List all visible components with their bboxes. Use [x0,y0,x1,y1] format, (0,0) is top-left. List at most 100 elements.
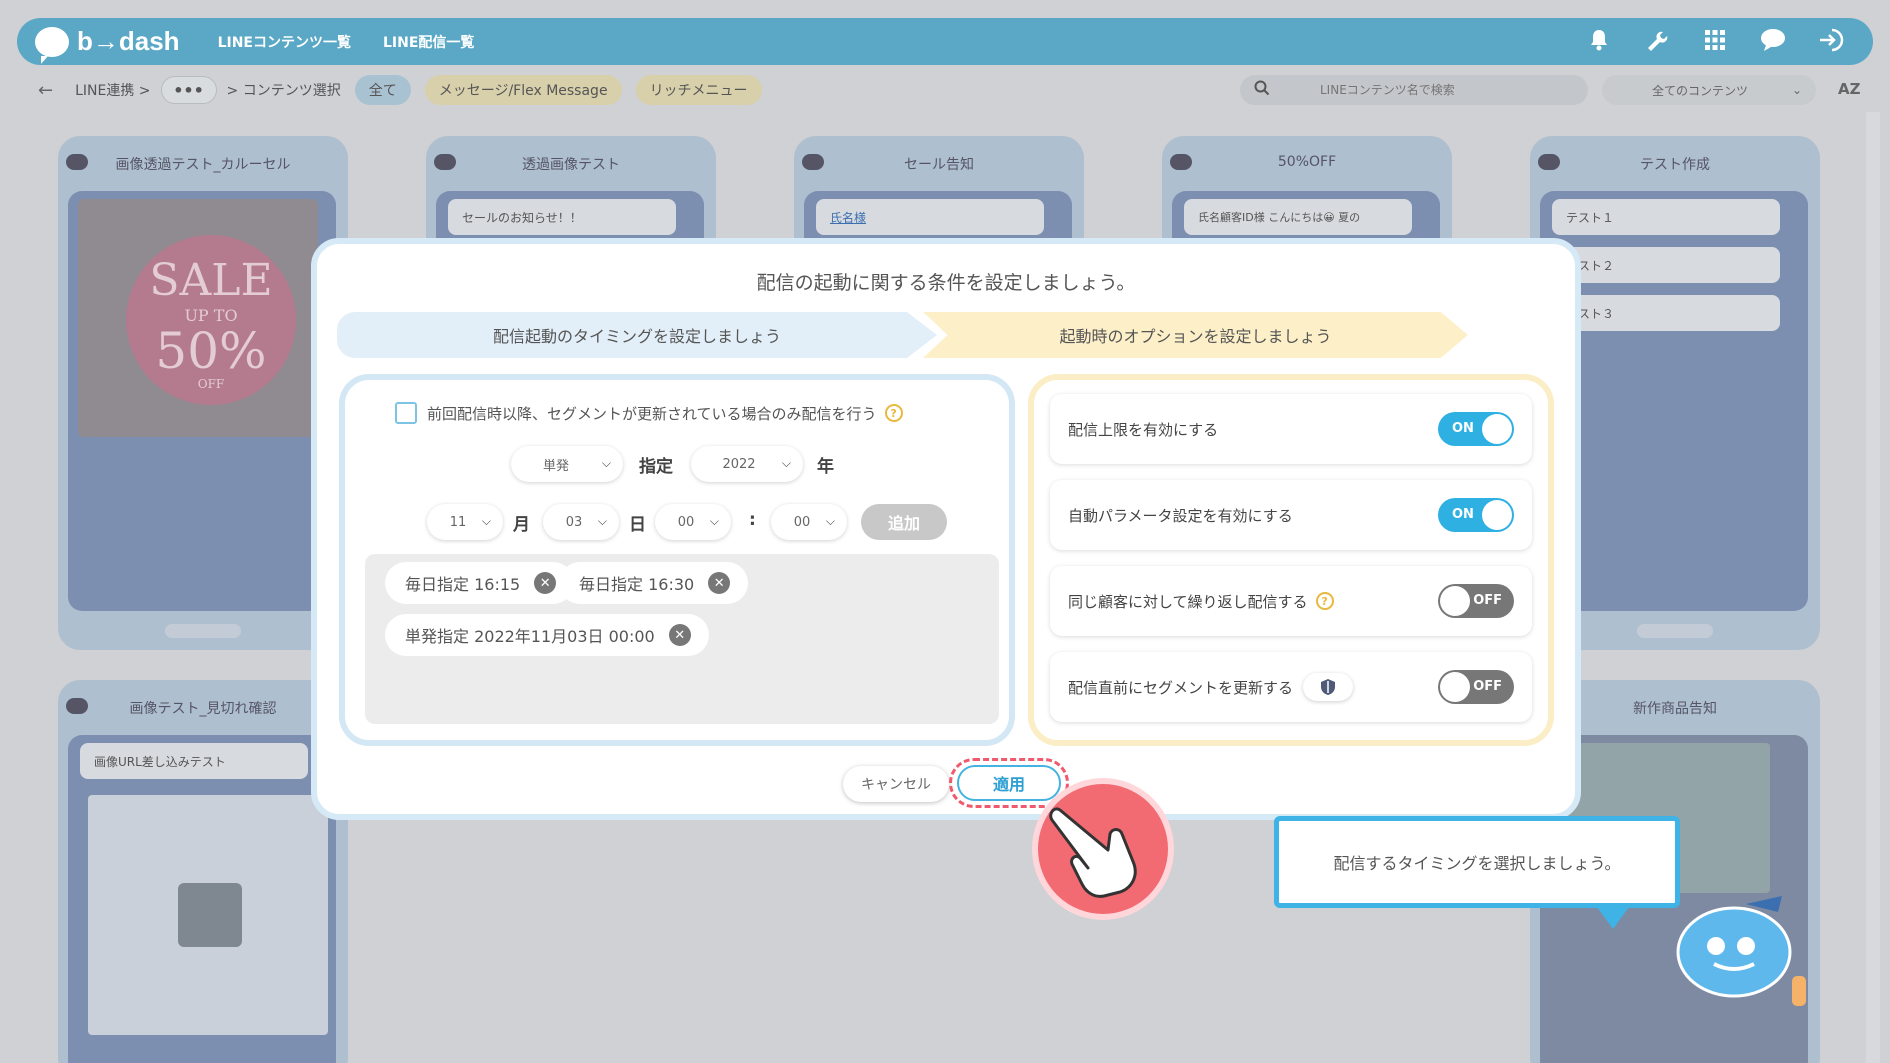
card-title: 画像テスト_見切れ確認 [58,698,348,718]
hour-select-value: 00 [677,514,695,530]
segment-update-only-label: 前回配信時以降、セグメントが更新されている場合のみ配信を行う [427,404,877,423]
timing-panel: 前回配信時以降、セグメントが更新されている場合のみ配信を行う ? 単発 ⌵ 指定… [339,374,1015,746]
month-select[interactable]: 11 ⌵ [427,504,503,540]
tab-richmenu[interactable]: リッチメニュー [635,75,762,105]
chevron-down-icon: ⌵ [597,514,607,528]
frequency-select-value: 単発 [542,458,569,474]
segment-update-only-row: 前回配信時以降、セグメントが更新されている場合のみ配信を行う ? [395,402,903,424]
mascot-icon [1668,880,1808,1010]
search-icon [1254,80,1270,100]
option-segment-refresh: 配信直前にセグメントを更新する OFF [1050,652,1532,722]
cancel-button[interactable]: キャンセル [843,766,949,802]
delivery-limit-toggle[interactable]: ON [1438,412,1514,446]
pointing-hand-icon [1032,778,1174,920]
step-options: 起動時のオプションを設定しましょう [923,312,1468,358]
card-message: セールのお知らせ！！ [448,199,676,235]
close-icon[interactable]: ✕ [708,572,731,594]
day-select-value: 03 [565,514,583,530]
card-message: テスト２ [1552,247,1780,283]
repeat-delivery-toggle[interactable]: OFF [1438,584,1514,618]
step-timing: 配信起動のタイミングを設定しましょう [337,312,937,358]
help-icon[interactable]: ? [1315,592,1334,610]
guide-tooltip: 配信するタイミングを選択しましょう。 [1274,816,1680,929]
bell-icon[interactable] [1585,26,1613,54]
options-panel: 配信上限を有効にする ON 自動パラメータ設定を有効にする ON 同じ顧客に対し… [1028,374,1554,746]
add-schedule-button[interactable]: 追加 [861,504,947,540]
nav-line-deliveries[interactable]: LINE配信一覧 [383,32,474,52]
sale-image: SALE UP TO 50% OFF [78,199,318,437]
segment-update-only-checkbox[interactable] [395,402,417,424]
card-title: 画像透過テスト_カルーセル [58,154,348,174]
card-title: 50%OFF [1162,154,1452,170]
logo[interactable]: b→dash [35,26,180,64]
wrench-icon[interactable] [1643,26,1671,54]
card-preview: SALE UP TO 50% OFF [68,191,336,611]
option-label: 配信直前にセグメントを更新する [1068,678,1294,697]
shield-icon[interactable] [1303,673,1354,701]
chevron-down-icon: ⌵ [781,456,791,470]
chevron-down-icon: ⌵ [601,456,611,470]
hour-select[interactable]: 00 ⌵ [655,504,731,540]
schedule-list: 毎日指定 16:15 ✕ 毎日指定 16:30 ✕ 単発指定 2022年11月0… [365,554,999,724]
content-filter-select[interactable]: 全てのコンテンツ ⌄ [1602,75,1816,105]
minute-select[interactable]: 00 ⌵ [771,504,847,540]
year-suffix: 年 [817,457,834,477]
trigger-condition-modal: 配信の起動に関する条件を設定しましょう。 配信起動のタイミングを設定しましょう … [311,238,1581,820]
chevron-down-icon: ⌵ [481,514,491,528]
sub-bar: ← LINE連携 > ••• > コンテンツ選択 全て メッセージ/Flex M… [10,70,1878,110]
auto-parameter-toggle[interactable]: ON [1438,498,1514,532]
segment-refresh-toggle[interactable]: OFF [1438,670,1514,704]
minute-select-value: 00 [793,514,811,530]
schedule-chip-label: 毎日指定 16:15 [405,575,521,594]
chat-bubble-icon [1538,154,1560,170]
day-select[interactable]: 03 ⌵ [543,504,619,540]
help-icon[interactable]: ? [884,404,903,422]
content-card[interactable]: 画像テスト_見切れ確認 画像URL差し込みテスト [58,680,348,1063]
schedule-chip-label: 単発指定 2022年11月03日 00:00 [405,627,655,646]
day-suffix: 日 [629,515,646,535]
chat-bubble-icon [66,698,88,714]
logout-icon[interactable] [1817,26,1845,54]
chevron-down-icon: ⌵ [709,514,719,528]
sort-az-icon[interactable]: AZ [1838,80,1861,98]
breadcrumb-more-button[interactable]: ••• [160,76,217,104]
card-message: テスト３ [1552,295,1780,331]
image-placeholder-icon [178,883,242,947]
card-scroll-indicator [1637,624,1713,638]
page-scrollbar[interactable] [1866,112,1880,1063]
content-filter-value: 全てのコンテンツ [1652,83,1749,98]
sample-image [88,795,328,1035]
option-label: 配信上限を有効にする [1068,420,1219,439]
schedule-chip-label: 毎日指定 16:30 [579,575,695,594]
option-auto-parameter: 自動パラメータ設定を有効にする ON [1050,480,1532,550]
tab-all[interactable]: 全て [354,75,411,105]
month-suffix: 月 [513,515,530,535]
year-select-value: 2022 [722,456,756,472]
option-repeat-delivery: 同じ顧客に対して繰り返し配信する ? OFF [1050,566,1532,636]
support-icon[interactable] [1759,26,1787,54]
tooltip-text: 配信するタイミングを選択しましょう。 [1333,854,1621,873]
card-title: テスト作成 [1530,154,1820,174]
content-card[interactable]: 画像透過テスト_カルーセル SALE UP TO 50% OFF [58,136,348,650]
option-delivery-limit: 配信上限を有効にする ON [1050,394,1532,464]
chevron-down-icon: ⌄ [1791,83,1802,97]
top-bar: b→dash LINEコンテンツ一覧 LINE配信一覧 [17,18,1873,65]
breadcrumb-line[interactable]: LINE連携 > [75,80,150,100]
card-message: テスト１ [1552,199,1780,235]
logo-text: b→dash [77,26,180,56]
grid-icon[interactable] [1701,26,1729,54]
search-input[interactable] [1320,83,1570,97]
frequency-select[interactable]: 単発 ⌵ [511,446,623,482]
year-select[interactable]: 2022 ⌵ [691,446,803,482]
nav-line-contents[interactable]: LINEコンテンツ一覧 [218,32,351,52]
chevron-down-icon: ⌵ [825,514,835,528]
option-label: 自動パラメータ設定を有効にする [1068,506,1293,525]
schedule-chip: 毎日指定 16:30 ✕ [559,562,749,604]
chat-bubble-icon [802,154,824,170]
back-arrow-icon[interactable]: ← [38,80,53,101]
chat-bubble-icon [434,154,456,170]
close-icon[interactable]: ✕ [534,572,557,594]
top-nav: LINEコンテンツ一覧 LINE配信一覧 [218,32,475,52]
tab-message[interactable]: メッセージ/Flex Message [424,75,622,105]
close-icon[interactable]: ✕ [668,624,691,646]
